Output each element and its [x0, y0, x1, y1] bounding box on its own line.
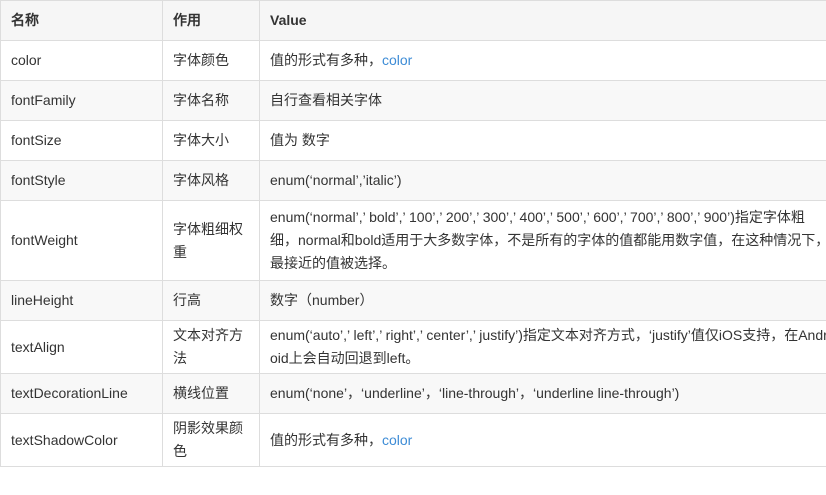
table-row: fontFamily 字体名称 自行查看相关字体	[0, 80, 826, 121]
table-row: fontStyle 字体风格 enum(‘normal’,’italic’)	[0, 160, 826, 201]
prop-purpose: 字体粗细权重	[162, 200, 260, 281]
color-link[interactable]: color	[382, 52, 412, 68]
prop-value: 值为 数字	[259, 120, 826, 161]
prop-purpose: 字体颜色	[162, 40, 260, 81]
table-row: fontSize 字体大小 值为 数字	[0, 120, 826, 161]
value-text: 值的形式有多种，	[270, 52, 382, 68]
prop-name: fontFamily	[0, 80, 163, 121]
header-purpose: 作用	[162, 0, 260, 41]
table-row: lineHeight 行高 数字（number）	[0, 280, 826, 321]
prop-name: textDecorationLine	[0, 373, 163, 414]
prop-value: enum(‘normal’,’ bold’,’ 100’,’ 200’,’ 30…	[259, 200, 826, 281]
prop-name: fontWeight	[0, 200, 163, 281]
table-row: textAlign 文本对齐方法 enum(‘auto’,’ left’,’ r…	[0, 320, 826, 374]
prop-purpose: 横线位置	[162, 373, 260, 414]
style-properties-table: 名称 作用 Value color 字体颜色 值的形式有多种，color fon…	[0, 0, 826, 467]
header-value: Value	[259, 0, 826, 41]
table-header-row: 名称 作用 Value	[0, 0, 826, 41]
prop-name: fontSize	[0, 120, 163, 161]
prop-name: color	[0, 40, 163, 81]
prop-purpose: 阴影效果颜色	[162, 413, 260, 467]
prop-name: fontStyle	[0, 160, 163, 201]
prop-value: 值的形式有多种，color	[259, 40, 826, 81]
prop-value: 自行查看相关字体	[259, 80, 826, 121]
table-row: color 字体颜色 值的形式有多种，color	[0, 40, 826, 81]
prop-value: enum(‘none’，‘underline’，‘line-through’，‘…	[259, 373, 826, 414]
prop-name: lineHeight	[0, 280, 163, 321]
prop-value: 数字（number）	[259, 280, 826, 321]
value-text: 值的形式有多种，	[270, 431, 382, 448]
prop-value: 值的形式有多种，color	[259, 413, 826, 467]
table-row: textDecorationLine 横线位置 enum(‘none’，‘und…	[0, 373, 826, 414]
prop-purpose: 文本对齐方法	[162, 320, 260, 374]
prop-purpose: 字体大小	[162, 120, 260, 161]
color-link[interactable]: color	[382, 432, 412, 448]
table-row: textShadowColor 阴影效果颜色 值的形式有多种，color	[0, 413, 826, 467]
prop-name: textShadowColor	[0, 413, 163, 467]
prop-purpose: 字体风格	[162, 160, 260, 201]
prop-purpose: 字体名称	[162, 80, 260, 121]
header-name: 名称	[0, 0, 163, 41]
prop-purpose: 行高	[162, 280, 260, 321]
prop-value: enum(‘auto’,’ left’,’ right’,’ center’,’…	[259, 320, 826, 374]
prop-name: textAlign	[0, 320, 163, 374]
table-row: fontWeight 字体粗细权重 enum(‘normal’,’ bold’,…	[0, 200, 826, 281]
prop-value: enum(‘normal’,’italic’)	[259, 160, 826, 201]
